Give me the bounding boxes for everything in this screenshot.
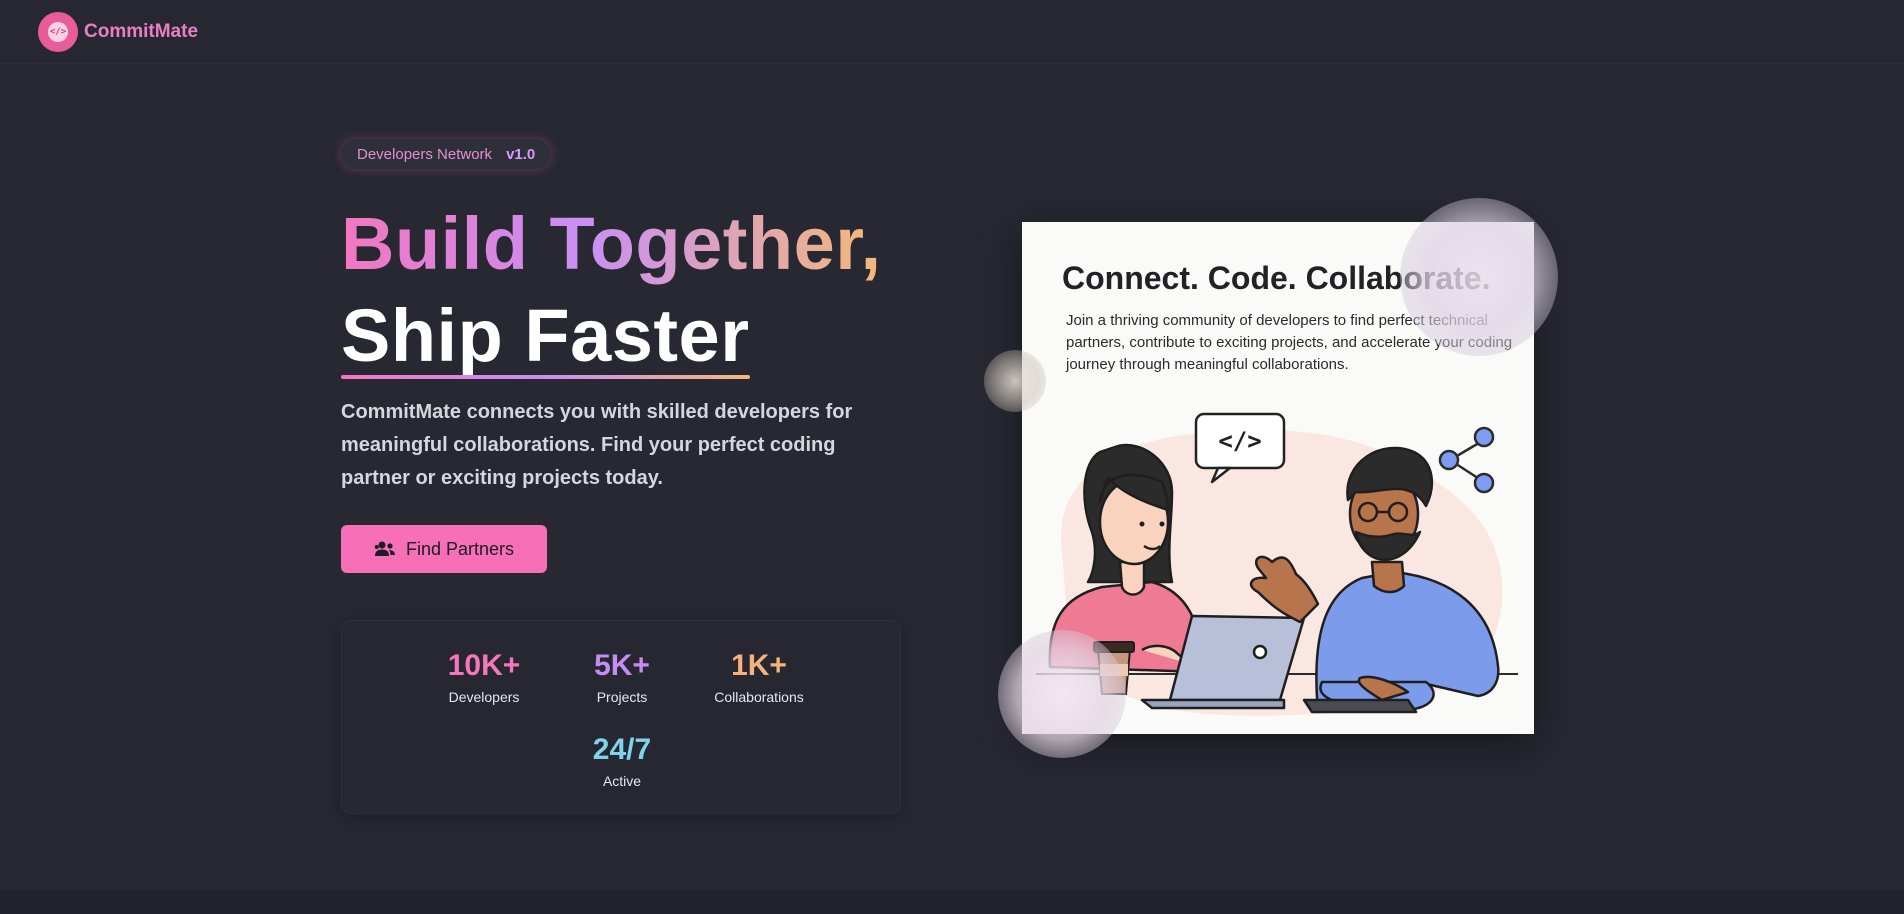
card-text: Join a thriving community of developers …	[1066, 312, 1513, 373]
stat-projects: 5K+ Projects	[542, 649, 702, 705]
hero-description: CommitMate connects you with skilled dev…	[341, 401, 853, 489]
network-badge-label: Developers Network	[357, 145, 493, 163]
stat-label: Active	[602, 773, 642, 789]
stat-collaborations: 1K+ Collaborations	[679, 649, 839, 705]
stat-developers: 10K+ Developers	[404, 649, 564, 705]
find-partners-label: Find Partners	[405, 538, 515, 559]
footer-strip	[0, 890, 1904, 914]
logo-code-glyph: </>	[48, 21, 68, 42]
hero-headline: Build Together, Ship Faster	[341, 198, 882, 382]
stat-label: Developers	[448, 689, 520, 705]
stat-label: Projects	[596, 689, 648, 705]
find-partners-button[interactable]: Find Partners	[341, 525, 547, 573]
headline-line-2: Ship Faster	[341, 290, 750, 382]
logo-icon[interactable]: </>	[38, 11, 78, 52]
stat-value: 24/7	[592, 733, 652, 766]
users-icon	[374, 541, 395, 556]
navbar: </> CommitMate	[0, 0, 1904, 64]
network-badge: Developers Network v1.0	[341, 139, 552, 169]
share-icon	[1438, 426, 1495, 494]
stats-card: 10K+ Developers 5K+ Projects 1K+ Collabo…	[341, 620, 901, 814]
brand-name[interactable]: CommitMate	[84, 21, 198, 43]
version-label: v1.0	[506, 145, 536, 163]
headline-underline	[341, 375, 750, 379]
card-title: Connect. Code. Collaborate.	[1062, 260, 1491, 296]
headline-line-1: Build Together,	[341, 198, 882, 290]
stat-value: 1K+	[731, 649, 787, 682]
illustration-card: Connect. Code. Collaborate. Join a thriv…	[1022, 222, 1534, 734]
stat-value: 5K+	[594, 649, 650, 682]
collaboration-illustration: </>	[1036, 412, 1518, 716]
stat-active: 24/7 Active	[542, 733, 702, 789]
speech-bubble-code: </>	[1218, 427, 1261, 455]
stat-value: 10K+	[447, 649, 521, 682]
headline-line-2-text: Ship Faster	[341, 294, 750, 377]
stat-label: Collaborations	[714, 689, 804, 705]
hero-background	[0, 64, 1904, 890]
